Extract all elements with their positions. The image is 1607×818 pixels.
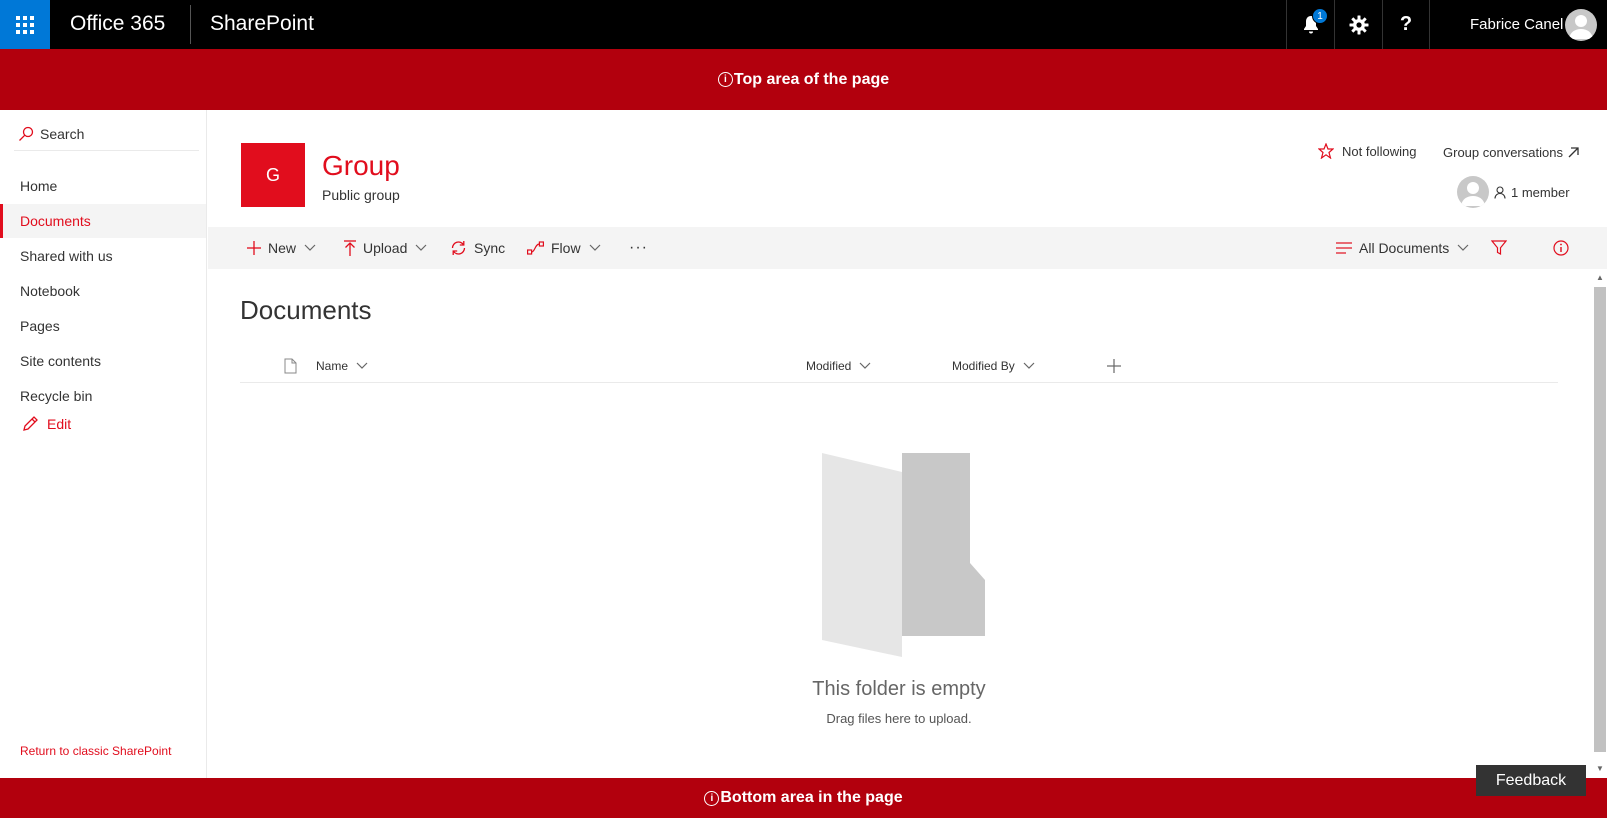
scroll-up-arrow-icon[interactable]: ▲ — [1596, 273, 1604, 282]
nav-item-home[interactable]: Home — [0, 169, 206, 203]
group-conversations-label: Group conversations — [1443, 145, 1563, 160]
gear-icon — [1349, 15, 1368, 34]
library-title: Documents — [240, 295, 372, 325]
flow-label: Flow — [551, 240, 581, 256]
column-header-divider — [240, 382, 1558, 383]
person-icon — [1494, 186, 1506, 199]
follow-label: Not following — [1342, 143, 1417, 159]
edit-label: Edit — [47, 415, 72, 432]
empty-folder-illustration — [822, 450, 987, 665]
info-icon: i — [717, 72, 733, 87]
document-icon — [284, 358, 297, 374]
nav-item-site-contents[interactable]: Site contents — [0, 344, 206, 378]
waffle-icon — [16, 15, 34, 34]
view-label: All Documents — [1359, 240, 1450, 256]
name-column-header[interactable]: Name — [316, 350, 368, 382]
file-type-column-header[interactable] — [284, 350, 297, 382]
chevron-down-icon — [589, 244, 600, 251]
nav-item-recycle-bin[interactable]: Recycle bin — [0, 379, 206, 413]
sharepoint-link[interactable]: SharePoint — [210, 12, 314, 36]
follow-button[interactable]: Not following — [1318, 143, 1416, 159]
person-avatar-icon — [1461, 182, 1485, 206]
filter-icon — [1491, 240, 1507, 255]
search-icon — [19, 126, 34, 141]
modified-column-label: Modified — [806, 359, 852, 373]
external-arrow-icon — [1568, 147, 1579, 158]
chevron-down-icon — [356, 362, 368, 369]
notifications-button[interactable]: 1 — [1286, 0, 1334, 49]
pencil-icon — [23, 416, 38, 431]
sync-label: Sync — [474, 240, 506, 256]
office-365-link[interactable]: Office 365 — [70, 12, 165, 36]
nav-item-shared-with-us[interactable]: Shared with us — [0, 239, 206, 273]
chevron-down-icon — [1457, 244, 1469, 251]
return-to-classic-link[interactable]: Return to classic SharePoint — [20, 744, 171, 758]
info-icon — [1553, 240, 1569, 256]
top-banner-text: Top area of the page — [733, 70, 890, 88]
new-label: New — [268, 240, 297, 256]
site-privacy-label: Public group — [322, 187, 400, 203]
sync-icon — [451, 241, 466, 255]
left-navigation: Search Home Documents Shared with us Not… — [0, 110, 207, 778]
user-avatar[interactable] — [1565, 9, 1597, 41]
star-icon — [1318, 143, 1334, 159]
chevron-down-icon — [415, 244, 427, 251]
members-link[interactable]: 1 member — [1494, 185, 1570, 200]
upload-button[interactable]: Upload — [344, 227, 434, 269]
upload-label: Upload — [363, 240, 408, 256]
site-title[interactable]: Group — [322, 150, 400, 182]
brand-divider — [190, 5, 191, 44]
plus-icon — [1107, 359, 1121, 373]
search-label: Search — [40, 126, 85, 142]
chevron-down-icon — [304, 244, 316, 251]
member-avatar[interactable] — [1457, 176, 1489, 208]
command-bar: New Upload Sync Flow ··· All Documents — [208, 227, 1607, 269]
empty-folder-subtitle: Drag files here to upload. — [826, 711, 972, 726]
site-logo[interactable]: G — [241, 143, 305, 207]
notification-count-badge: 1 — [1312, 8, 1328, 24]
chevron-down-icon — [1023, 362, 1035, 369]
nav-item-documents[interactable]: Documents — [0, 204, 206, 238]
view-selector[interactable]: All Documents — [1336, 227, 1476, 269]
bottom-banner-text: Bottom area in the page — [720, 789, 903, 806]
filter-button[interactable] — [1491, 227, 1514, 269]
upload-icon — [344, 240, 356, 256]
more-options-button[interactable]: ··· — [629, 227, 648, 269]
group-conversations-link[interactable]: Group conversations — [1443, 145, 1579, 160]
help-button[interactable]: ? — [1382, 0, 1430, 49]
info-pane-button[interactable] — [1553, 227, 1576, 269]
nav-item-notebook[interactable]: Notebook — [0, 274, 206, 308]
sync-button[interactable]: Sync — [450, 227, 505, 269]
nav-item-pages[interactable]: Pages — [0, 309, 206, 343]
view-list-icon — [1336, 242, 1352, 254]
search-box[interactable]: Search — [14, 118, 199, 151]
empty-folder-title: This folder is empty — [812, 678, 986, 700]
suite-bar: Office 365 SharePoint 1 ? Fabrice Canel — [0, 0, 1607, 49]
modified-by-column-header[interactable]: Modified By — [952, 350, 1035, 382]
new-button[interactable]: New — [247, 227, 323, 269]
flow-button[interactable]: Flow — [527, 227, 608, 269]
edit-nav-link[interactable]: Edit — [22, 415, 71, 432]
bottom-area-banner: i Bottom area in the page — [0, 778, 1607, 818]
plus-icon — [247, 241, 261, 255]
user-name[interactable]: Fabrice Canel — [1470, 16, 1563, 33]
help-icon: ? — [1399, 13, 1413, 35]
info-icon: i — [704, 790, 720, 806]
scroll-down-arrow-icon[interactable]: ▼ — [1596, 764, 1604, 773]
scrollbar-thumb[interactable] — [1594, 287, 1606, 752]
members-label: 1 member — [1511, 185, 1570, 200]
feedback-button[interactable]: Feedback — [1476, 765, 1586, 796]
add-column-button[interactable] — [1107, 350, 1121, 382]
name-column-label: Name — [316, 359, 349, 373]
app-launcher-button[interactable] — [0, 0, 50, 49]
top-area-banner: i Top area of the page — [0, 49, 1607, 110]
person-avatar-icon — [1569, 15, 1593, 39]
modified-column-header[interactable]: Modified — [806, 350, 871, 382]
folder-icon — [822, 453, 985, 657]
chevron-down-icon — [859, 362, 871, 369]
modified-by-column-label: Modified By — [952, 359, 1015, 373]
flow-icon — [527, 241, 544, 255]
settings-button[interactable] — [1334, 0, 1382, 49]
